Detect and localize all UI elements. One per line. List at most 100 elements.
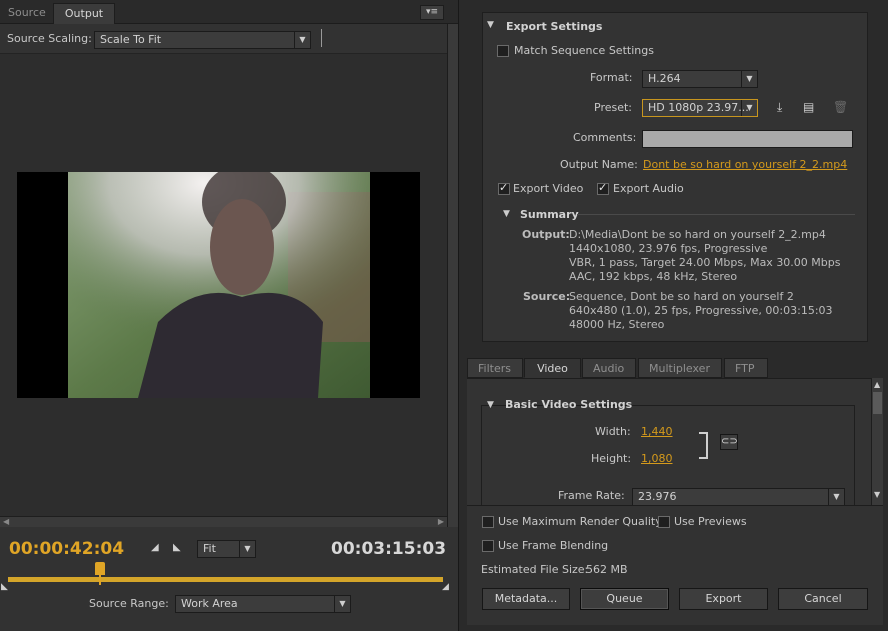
use-previews-checkbox[interactable] bbox=[658, 516, 670, 528]
comments-field[interactable] bbox=[642, 130, 853, 148]
scroll-right-icon[interactable]: ▶ bbox=[438, 517, 444, 526]
frame-rate-value: 23.976 bbox=[638, 490, 677, 503]
chevron-down-icon: ▼ bbox=[741, 100, 757, 116]
tab-ftp[interactable]: FTP bbox=[724, 358, 768, 378]
summary-line: 640x480 (1.0), 25 fps, Progressive, 00:0… bbox=[569, 304, 833, 317]
settings-vertical-scrollbar[interactable]: ▲ ▼ bbox=[871, 378, 883, 505]
output-name-link[interactable]: Dont be so hard on yourself 2_2.mp4 bbox=[643, 158, 847, 171]
summary-line: VBR, 1 pass, Target 24.00 Mbps, Max 30.0… bbox=[569, 256, 841, 269]
frame-rate-label: Frame Rate: bbox=[558, 489, 625, 502]
chevron-down-icon: ▼ bbox=[828, 489, 844, 505]
cancel-button[interactable]: Cancel bbox=[778, 588, 868, 610]
frame-blending-checkbox[interactable] bbox=[482, 540, 494, 552]
summary-divider bbox=[577, 214, 855, 215]
chevron-down-icon: ▼ bbox=[294, 32, 310, 48]
tab-source[interactable]: Source bbox=[0, 3, 52, 24]
source-range-label: Source Range: bbox=[89, 597, 169, 610]
frame-rate-dropdown[interactable]: 23.976 ▼ bbox=[632, 488, 845, 506]
in-point-marker-icon[interactable]: ◣ bbox=[1, 582, 8, 592]
basic-video-collapse-icon[interactable]: ▼ bbox=[487, 400, 494, 410]
output-panel: Source Output ▾≡ Source Scaling: Scale T… bbox=[0, 0, 458, 631]
zoom-value: Fit bbox=[203, 542, 216, 555]
export-video-checkbox[interactable] bbox=[498, 181, 510, 195]
metadata-button[interactable]: Metadata... bbox=[482, 588, 570, 610]
summary-source-details: Sequence, Dont be so hard on yourself 2 … bbox=[569, 290, 869, 332]
tab-output[interactable]: Output bbox=[53, 3, 115, 24]
chevron-down-icon: ▼ bbox=[334, 596, 350, 612]
max-render-checkbox[interactable] bbox=[482, 516, 494, 528]
viewer-vertical-scrollbar[interactable] bbox=[447, 24, 458, 527]
height-value[interactable]: 1,080 bbox=[641, 452, 673, 465]
queue-button[interactable]: Queue bbox=[580, 588, 669, 610]
height-label: Height: bbox=[591, 452, 632, 465]
divider bbox=[321, 29, 322, 47]
tab-audio[interactable]: Audio bbox=[582, 358, 636, 378]
preset-label: Preset: bbox=[594, 101, 633, 114]
summary-output-details: D:\Media\Dont be so hard on yourself 2_2… bbox=[569, 228, 869, 284]
source-scaling-dropdown[interactable]: Scale To Fit ▼ bbox=[94, 31, 311, 49]
scroll-down-icon[interactable]: ▼ bbox=[874, 490, 880, 499]
export-settings-panel: ▼ Export Settings Match Sequence Setting… bbox=[459, 0, 888, 631]
output-name-label: Output Name: bbox=[560, 158, 638, 171]
import-preset-icon[interactable]: ▤ bbox=[803, 100, 814, 114]
tab-multiplexer[interactable]: Multiplexer bbox=[638, 358, 722, 378]
summary-source-label: Source: bbox=[523, 290, 571, 303]
scroll-up-icon[interactable]: ▲ bbox=[874, 380, 880, 389]
preset-dropdown[interactable]: HD 1080p 23.97... ▼ bbox=[642, 99, 758, 117]
source-range-value: Work Area bbox=[181, 597, 238, 610]
file-size-value: 562 MB bbox=[586, 563, 628, 576]
tab-video[interactable]: Video bbox=[524, 358, 581, 378]
summary-line: 48000 Hz, Stereo bbox=[569, 318, 665, 331]
constrain-bracket bbox=[699, 432, 708, 459]
source-scaling-label: Source Scaling: bbox=[7, 32, 92, 45]
summary-line: AAC, 192 kbps, 48 kHz, Stereo bbox=[569, 270, 738, 283]
out-point-marker-icon[interactable]: ◢ bbox=[442, 582, 449, 592]
zoom-dropdown[interactable]: Fit ▼ bbox=[197, 540, 256, 558]
delete-preset-icon[interactable]: 🗑 bbox=[833, 100, 848, 114]
export-video-label: Export Video bbox=[513, 182, 584, 195]
chevron-down-icon: ▼ bbox=[239, 541, 255, 557]
set-in-point-icon[interactable]: ◢ bbox=[151, 542, 159, 553]
export-button[interactable]: Export bbox=[679, 588, 768, 610]
file-size-label: Estimated File Size: bbox=[481, 563, 589, 576]
match-sequence-checkbox[interactable] bbox=[497, 45, 509, 57]
match-sequence-label: Match Sequence Settings bbox=[514, 44, 654, 57]
save-preset-icon[interactable]: ⤓ bbox=[777, 100, 782, 115]
video-viewer bbox=[0, 53, 447, 516]
playhead-line bbox=[99, 575, 101, 585]
collapse-triangle-icon[interactable]: ▼ bbox=[487, 20, 494, 30]
source-range-dropdown[interactable]: Work Area ▼ bbox=[175, 595, 351, 613]
link-proportions-icon[interactable]: ⊂⊃ bbox=[720, 434, 738, 450]
tab-filters[interactable]: Filters bbox=[467, 358, 523, 378]
timeline-track[interactable] bbox=[8, 577, 443, 582]
current-timecode[interactable]: 00:00:42:04 bbox=[9, 539, 124, 559]
export-settings-header: Export Settings bbox=[506, 20, 603, 33]
chevron-down-icon: ▼ bbox=[741, 71, 757, 87]
format-dropdown[interactable]: H.264 ▼ bbox=[642, 70, 758, 88]
set-out-point-icon[interactable]: ◣ bbox=[173, 542, 181, 553]
format-label: Format: bbox=[590, 71, 633, 84]
use-previews-label: Use Previews bbox=[674, 515, 747, 528]
max-render-label: Use Maximum Render Quality bbox=[498, 515, 662, 528]
format-value: H.264 bbox=[648, 72, 681, 85]
comments-label: Comments: bbox=[573, 131, 637, 144]
preset-value: HD 1080p 23.97... bbox=[648, 101, 749, 114]
playhead-handle[interactable] bbox=[95, 562, 105, 575]
summary-output-label: Output: bbox=[522, 228, 570, 241]
source-scaling-value: Scale To Fit bbox=[100, 33, 162, 46]
video-frame-image bbox=[68, 172, 370, 398]
duration-timecode: 00:03:15:03 bbox=[331, 539, 447, 559]
scroll-left-icon[interactable]: ◀ bbox=[3, 517, 9, 526]
scroll-thumb[interactable] bbox=[873, 392, 882, 414]
width-value[interactable]: 1,440 bbox=[641, 425, 673, 438]
summary-header: Summary bbox=[520, 208, 579, 221]
panel-menu-icon[interactable]: ▾≡ bbox=[420, 5, 444, 20]
width-label: Width: bbox=[595, 425, 631, 438]
viewer-horizontal-scrollbar[interactable]: ◀ ▶ bbox=[0, 516, 447, 527]
panel-tab-bar: Source Output ▾≡ bbox=[0, 0, 458, 24]
summary-collapse-icon[interactable]: ▼ bbox=[503, 209, 510, 219]
video-frame bbox=[68, 172, 370, 398]
frame-blending-label: Use Frame Blending bbox=[498, 539, 609, 552]
export-audio-checkbox[interactable] bbox=[597, 181, 609, 195]
panel-splitter[interactable] bbox=[458, 0, 459, 631]
